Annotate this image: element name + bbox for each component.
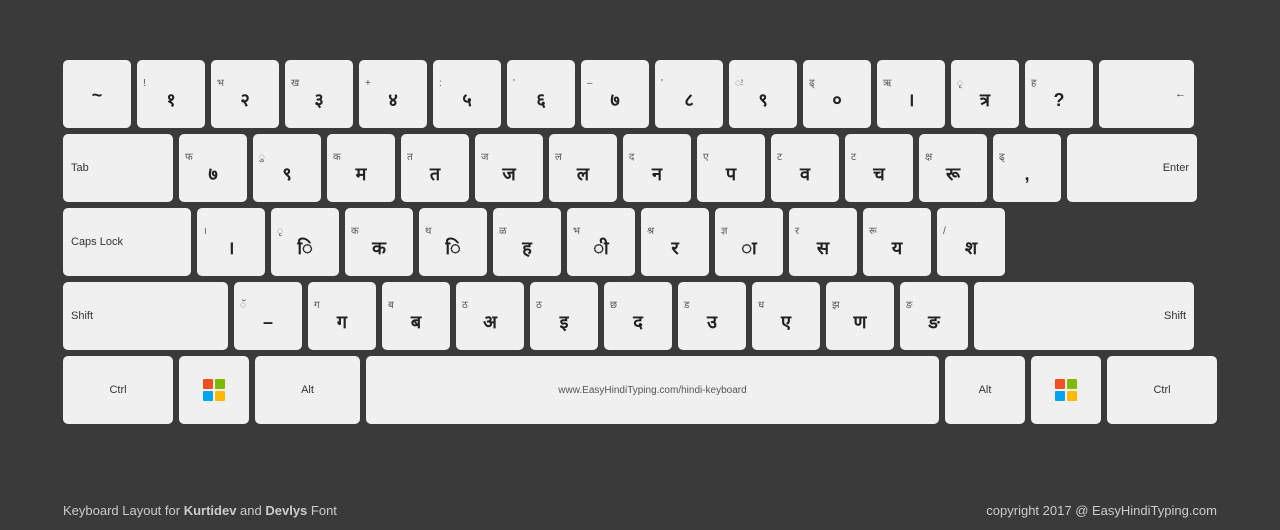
key-7[interactable]: – ७	[581, 60, 649, 128]
key-ctrl-left[interactable]: Ctrl	[63, 356, 173, 424]
key-rbracket[interactable]: ढ् ,	[993, 134, 1061, 202]
key-comma[interactable]: ध ए	[752, 282, 820, 350]
key-capslock[interactable]: Caps Lock	[63, 208, 191, 276]
key-w[interactable]: ु ९	[253, 134, 321, 202]
key-v[interactable]: ठ अ	[456, 282, 524, 350]
key-t[interactable]: ज ज	[475, 134, 543, 202]
key-a[interactable]: । ।	[197, 208, 265, 276]
key-space[interactable]: www.EasyHindiTyping.com/hindi-keyboard	[366, 356, 939, 424]
key-8[interactable]: ' ८	[655, 60, 723, 128]
key-0[interactable]: ढ् ०	[803, 60, 871, 128]
key-ctrl-right[interactable]: Ctrl	[1107, 356, 1217, 424]
key-l[interactable]: र स	[789, 208, 857, 276]
key-4[interactable]: + ४	[359, 60, 427, 128]
key-h[interactable]: भ ी	[567, 208, 635, 276]
key-backslash[interactable]: ह ?	[1025, 60, 1093, 128]
key-backtick[interactable]: ~	[63, 60, 131, 128]
footer-right-text: copyright 2017 @ EasyHindiTyping.com	[986, 503, 1217, 518]
key-b[interactable]: ठ इ	[530, 282, 598, 350]
key-y[interactable]: ल ल	[549, 134, 617, 202]
key-c[interactable]: ब ब	[382, 282, 450, 350]
key-2[interactable]: भ २	[211, 60, 279, 128]
key-quote[interactable]: / श	[937, 208, 1005, 276]
key-1[interactable]: ! १	[137, 60, 205, 128]
key-i[interactable]: ए प	[697, 134, 765, 202]
row-2: Tab फ ७ ु ९ क म त त ज ज ल ल द न	[63, 134, 1217, 202]
key-n[interactable]: छ द	[604, 282, 672, 350]
row-3: Caps Lock । । ृ ि क क थ ि ळ ह भ ी श्र र	[63, 208, 1217, 276]
key-o[interactable]: ट व	[771, 134, 839, 202]
key-alt-right[interactable]: Alt	[945, 356, 1025, 424]
key-k[interactable]: ज्ञ ा	[715, 208, 783, 276]
key-z[interactable]: ॅ –	[234, 282, 302, 350]
key-minus[interactable]: ऋ ।	[877, 60, 945, 128]
key-period[interactable]: झ ण	[826, 282, 894, 350]
key-semi[interactable]: रू य	[863, 208, 931, 276]
keyboard: ~ ! १ भ २ ख ३ + ४ : ५ ' ६ – ७	[63, 60, 1217, 430]
windows-icon	[203, 379, 225, 401]
row-4: Shift ॅ – ग ग ब ब ठ अ ठ इ छ द ड उ	[63, 282, 1217, 350]
footer-left-text: Keyboard Layout for Kurtidev and Devlys …	[63, 503, 337, 518]
key-alt-left[interactable]: Alt	[255, 356, 360, 424]
key-shift-right[interactable]: Shift	[974, 282, 1194, 350]
key-lbracket[interactable]: क्ष रू	[919, 134, 987, 202]
key-tab[interactable]: Tab	[63, 134, 173, 202]
row-1: ~ ! १ भ २ ख ३ + ४ : ५ ' ६ – ७	[63, 60, 1217, 128]
key-u[interactable]: द न	[623, 134, 691, 202]
key-6[interactable]: ' ६	[507, 60, 575, 128]
key-e[interactable]: क म	[327, 134, 395, 202]
key-g[interactable]: ळ ह	[493, 208, 561, 276]
key-m[interactable]: ड उ	[678, 282, 746, 350]
key-q[interactable]: फ ७	[179, 134, 247, 202]
key-s[interactable]: ृ ि	[271, 208, 339, 276]
key-3[interactable]: ख ३	[285, 60, 353, 128]
key-equals[interactable]: ृ त्र	[951, 60, 1019, 128]
key-fslash[interactable]: ङ ङ	[900, 282, 968, 350]
key-r[interactable]: त त	[401, 134, 469, 202]
key-9[interactable]: ः ९	[729, 60, 797, 128]
key-enter[interactable]: Enter	[1067, 134, 1197, 202]
key-x[interactable]: ग ग	[308, 282, 376, 350]
windows-icon-right	[1055, 379, 1077, 401]
key-5[interactable]: : ५	[433, 60, 501, 128]
key-f[interactable]: थ ि	[419, 208, 487, 276]
key-backspace[interactable]: ←	[1099, 60, 1194, 128]
key-win-left[interactable]	[179, 356, 249, 424]
key-win-right[interactable]	[1031, 356, 1101, 424]
key-j[interactable]: श्र र	[641, 208, 709, 276]
row-5: Ctrl Alt www.EasyHindiTyping.com/hindi-k…	[63, 356, 1217, 424]
key-shift-left[interactable]: Shift	[63, 282, 228, 350]
footer: Keyboard Layout for Kurtidev and Devlys …	[63, 503, 1217, 518]
key-p[interactable]: ट च	[845, 134, 913, 202]
key-d[interactable]: क क	[345, 208, 413, 276]
